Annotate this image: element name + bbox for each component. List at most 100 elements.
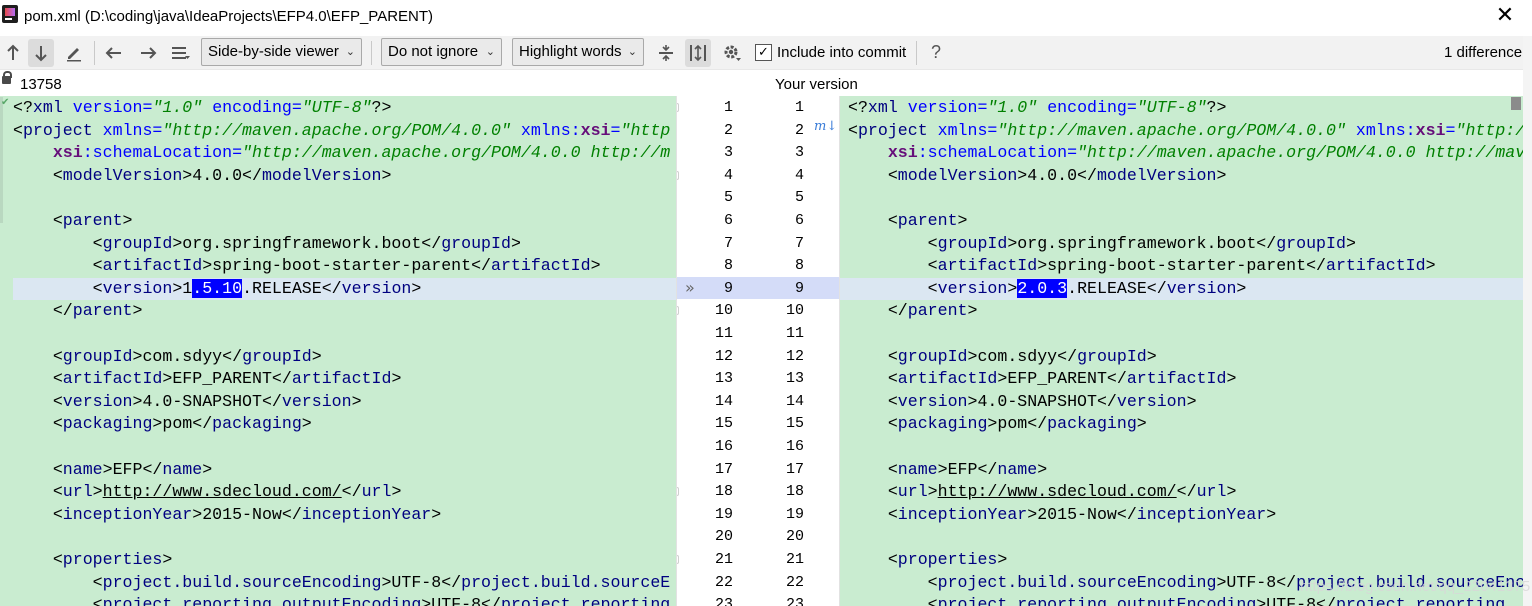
code-line[interactable]: <modelVersion>4.0.0</modelVersion> bbox=[13, 165, 392, 188]
code-token: :schemaLocation= bbox=[917, 143, 1078, 163]
code-line[interactable]: </parent> bbox=[13, 300, 143, 323]
highlight-mode-dropdown[interactable]: Highlight words ⌄ bbox=[512, 38, 644, 66]
code-token: < bbox=[13, 391, 63, 411]
code-token: < bbox=[848, 504, 898, 524]
code-line[interactable]: <groupId>com.sdyy</groupId> bbox=[848, 346, 1157, 369]
code-token: < bbox=[848, 391, 898, 411]
code-token: >4.0-SNAPSHOT</ bbox=[967, 391, 1117, 411]
edit-pencil-icon[interactable] bbox=[61, 39, 87, 67]
code-line[interactable]: <packaging>pom</packaging> bbox=[13, 413, 312, 436]
previous-difference-icon[interactable] bbox=[0, 39, 26, 67]
code-line[interactable]: <project xmlns="http://maven.apache.org/… bbox=[13, 120, 670, 143]
code-token: groupId bbox=[937, 233, 1008, 253]
code-line[interactable]: xsi:schemaLocation="http://maven.apache.… bbox=[848, 142, 1523, 165]
code-line[interactable]: <groupId>com.sdyy</groupId> bbox=[13, 346, 322, 369]
code-line[interactable]: <project.build.sourceEncoding>UTF-8</pro… bbox=[13, 572, 671, 595]
code-token: project.reporting.outputEncoding bbox=[102, 595, 422, 606]
merge-marker-icon: m↓ bbox=[814, 119, 838, 134]
code-line[interactable]: <version>1.5.10.RELEASE</version> bbox=[13, 278, 421, 301]
code-token: < bbox=[848, 595, 938, 606]
settings-gear-icon[interactable] bbox=[719, 39, 745, 67]
code-line[interactable]: <name>EFP</name> bbox=[13, 459, 212, 482]
code-line[interactable]: <url>http://www.sdecloud.com/</url> bbox=[848, 481, 1237, 504]
code-line[interactable]: <version>4.0-SNAPSHOT</version> bbox=[13, 391, 362, 414]
code-line[interactable]: <project.reporting.outputEncoding>UTF-8<… bbox=[848, 594, 1506, 606]
code-line[interactable]: <artifactId>spring-boot-starter-parent</… bbox=[13, 255, 601, 278]
code-line[interactable]: <url>http://www.sdecloud.com/</url> bbox=[13, 481, 402, 504]
collapse-unchanged-icon[interactable] bbox=[653, 39, 679, 67]
code-line[interactable]: <properties> bbox=[13, 549, 173, 572]
code-token: inceptionYear bbox=[897, 504, 1028, 524]
code-line[interactable]: <inceptionYear>2015-Now</inceptionYear> bbox=[13, 504, 441, 527]
code-line[interactable]: <project.reporting.outputEncoding>UTF-8<… bbox=[13, 594, 671, 606]
left-arrow-icon[interactable] bbox=[101, 39, 127, 67]
changed-word: 2.0.3 bbox=[1017, 278, 1068, 298]
code-token: artifactId bbox=[102, 256, 203, 276]
code-token: > bbox=[351, 391, 362, 411]
code-line[interactable]: <project xmlns="http://maven.apache.org/… bbox=[848, 120, 1523, 143]
code-line[interactable]: <artifactId>EFP_PARENT</artifactId> bbox=[848, 368, 1237, 391]
scrollbar-thumb[interactable] bbox=[1511, 97, 1521, 110]
code-token: > bbox=[1345, 233, 1356, 253]
code-token: http://www.sdecloud.com/ bbox=[102, 482, 342, 502]
code-token: artifactId bbox=[491, 256, 591, 276]
left-line-number: 6 bbox=[723, 212, 733, 229]
code-token: < bbox=[848, 550, 898, 569]
code-token: properties bbox=[62, 550, 163, 569]
right-arrow-icon[interactable] bbox=[135, 39, 161, 67]
code-line[interactable]: <inceptionYear>2015-Now</inceptionYear> bbox=[848, 504, 1276, 527]
code-token: name bbox=[997, 459, 1038, 479]
code-token: >org.springframework.boot</ bbox=[1007, 233, 1277, 253]
code-token: "UTF-8" bbox=[301, 98, 372, 117]
code-token: name bbox=[897, 459, 938, 479]
vertical-scrollbar[interactable] bbox=[1523, 36, 1532, 606]
code-line[interactable]: <groupId>org.springframework.boot</group… bbox=[848, 233, 1356, 256]
apply-change-arrow-icon[interactable]: » bbox=[685, 278, 695, 297]
sync-scroll-icon[interactable] bbox=[685, 39, 711, 67]
next-difference-icon[interactable] bbox=[28, 39, 54, 67]
hamburger-menu-icon[interactable] bbox=[168, 39, 194, 67]
code-line[interactable]: <version>2.0.3.RELEASE</version> bbox=[848, 278, 1246, 301]
code-line[interactable]: <groupId>org.springframework.boot</group… bbox=[13, 233, 521, 256]
code-line[interactable]: <artifactId>spring-boot-starter-parent</… bbox=[848, 255, 1436, 278]
code-line[interactable]: <parent> bbox=[848, 210, 968, 233]
code-line[interactable]: <modelVersion>4.0.0</modelVersion> bbox=[848, 165, 1227, 188]
viewer-mode-dropdown[interactable]: Side-by-side viewer ⌄ bbox=[201, 38, 362, 66]
code-token: url bbox=[1196, 482, 1227, 502]
right-editor-pane[interactable]: <?xml version="1.0" encoding="UTF-8"?> <p… bbox=[840, 96, 1523, 606]
help-icon[interactable]: ? bbox=[931, 42, 941, 63]
left-editor-pane[interactable]: <?xml version="1.0" encoding="UTF-8"?> <p… bbox=[0, 96, 676, 606]
code-token: version= bbox=[907, 98, 988, 117]
code-token: > bbox=[957, 211, 968, 230]
left-line-number: 22 bbox=[714, 573, 733, 591]
code-token: groupId bbox=[441, 233, 511, 253]
code-line[interactable]: <packaging>pom</packaging> bbox=[848, 413, 1147, 436]
ignore-whitespace-dropdown[interactable]: Do not ignore ⌄ bbox=[381, 38, 502, 66]
close-icon[interactable]: ✕ bbox=[1493, 4, 1517, 28]
right-line-number: 1 bbox=[794, 99, 804, 116]
highlight-mode-label: Highlight words bbox=[519, 43, 622, 60]
code-line[interactable]: <?xml version="1.0" encoding="UTF-8"?> bbox=[13, 97, 391, 120]
code-token: packaging bbox=[897, 414, 988, 434]
code-line[interactable]: xsi:schemaLocation="http://maven.apache.… bbox=[13, 142, 670, 165]
right-line-number: 20 bbox=[785, 528, 804, 546]
code-token: "http bbox=[620, 120, 671, 140]
code-line[interactable]: <artifactId>EFP_PARENT</artifactId> bbox=[13, 368, 402, 391]
code-line[interactable]: <version>4.0-SNAPSHOT</version> bbox=[848, 391, 1197, 414]
code-line[interactable]: <name>EFP</name> bbox=[848, 459, 1047, 482]
chevron-down-icon: ⌄ bbox=[485, 45, 495, 58]
code-line[interactable]: </parent> bbox=[848, 300, 978, 323]
code-token: >4.0.0</ bbox=[1017, 165, 1097, 185]
code-token: > bbox=[381, 165, 392, 185]
code-line[interactable]: <parent> bbox=[13, 210, 133, 233]
include-into-commit-checkbox[interactable]: ✓ bbox=[755, 44, 772, 61]
code-token: > bbox=[1236, 278, 1247, 298]
code-token: > bbox=[1007, 278, 1018, 298]
code-token: encoding= bbox=[1037, 98, 1137, 117]
left-change-marker bbox=[0, 97, 3, 223]
left-line-number: 13 bbox=[714, 370, 733, 388]
code-token: >UTF-8</ bbox=[421, 595, 501, 606]
code-line[interactable]: <properties> bbox=[848, 549, 1008, 572]
code-line[interactable]: <?xml version="1.0" encoding="UTF-8"?> bbox=[848, 97, 1226, 120]
code-token: artifactId bbox=[1126, 369, 1227, 389]
